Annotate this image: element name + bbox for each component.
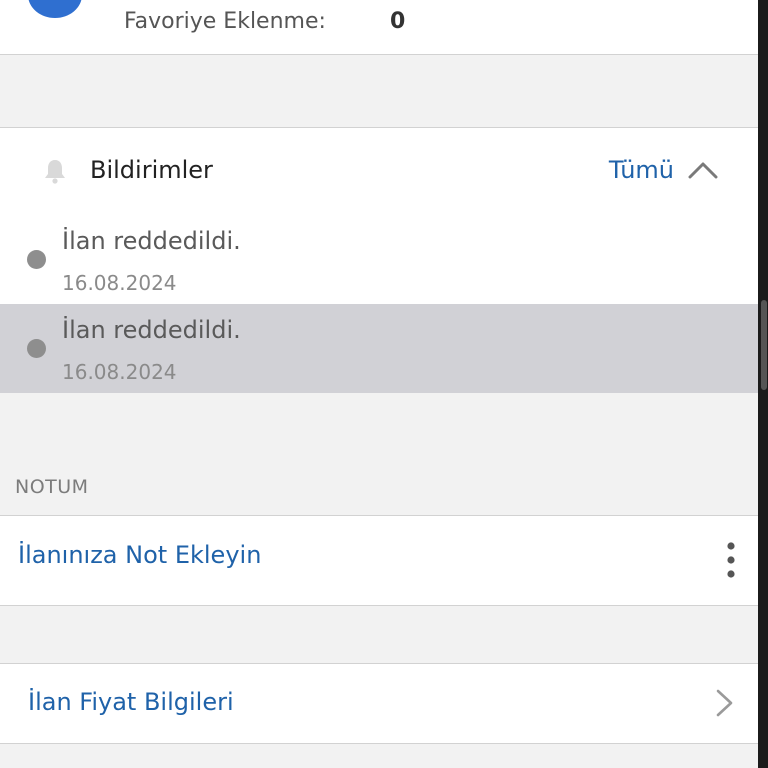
price-info-link[interactable]: İlan Fiyat Bilgileri: [28, 688, 234, 716]
notification-item[interactable]: İlan reddedildi. 16.08.2024: [0, 304, 758, 393]
unread-dot-icon: [27, 339, 46, 358]
notification-text: İlan reddedildi.: [62, 316, 241, 344]
price-info-row[interactable]: İlan Fiyat Bilgileri: [0, 663, 758, 744]
listing-detail-screen: Favoriye Eklenme: 0 Bildirimler Tümü İla…: [0, 0, 768, 768]
notifications-header[interactable]: Bildirimler Tümü: [0, 127, 758, 216]
bell-icon: [45, 160, 65, 184]
add-note-row[interactable]: İlanınıza Not Ekleyin: [0, 515, 758, 606]
favorite-count-label: Favoriye Eklenme:: [124, 9, 326, 34]
notification-item[interactable]: İlan reddedildi. 16.08.2024: [0, 215, 758, 304]
add-note-link[interactable]: İlanınıza Not Ekleyin: [18, 541, 261, 569]
notification-text: İlan reddedildi.: [62, 227, 241, 255]
scrollbar-thumb[interactable]: [761, 300, 767, 390]
more-vertical-icon[interactable]: [724, 540, 738, 580]
notification-date: 16.08.2024: [62, 360, 177, 384]
chevron-up-icon[interactable]: [688, 160, 718, 180]
notification-date: 16.08.2024: [62, 271, 177, 295]
listing-stats: Favoriye Eklenme: 0: [0, 0, 758, 55]
unread-dot-icon: [27, 250, 46, 269]
show-all-notifications-link[interactable]: Tümü: [609, 156, 674, 184]
scrollbar-track: [758, 0, 768, 768]
notifications-title: Bildirimler: [90, 156, 213, 184]
chevron-right-icon: [716, 689, 733, 717]
favorite-count-value: 0: [390, 9, 406, 34]
notes-section-caption: NOTUM: [15, 476, 89, 498]
avatar: [28, 0, 82, 18]
